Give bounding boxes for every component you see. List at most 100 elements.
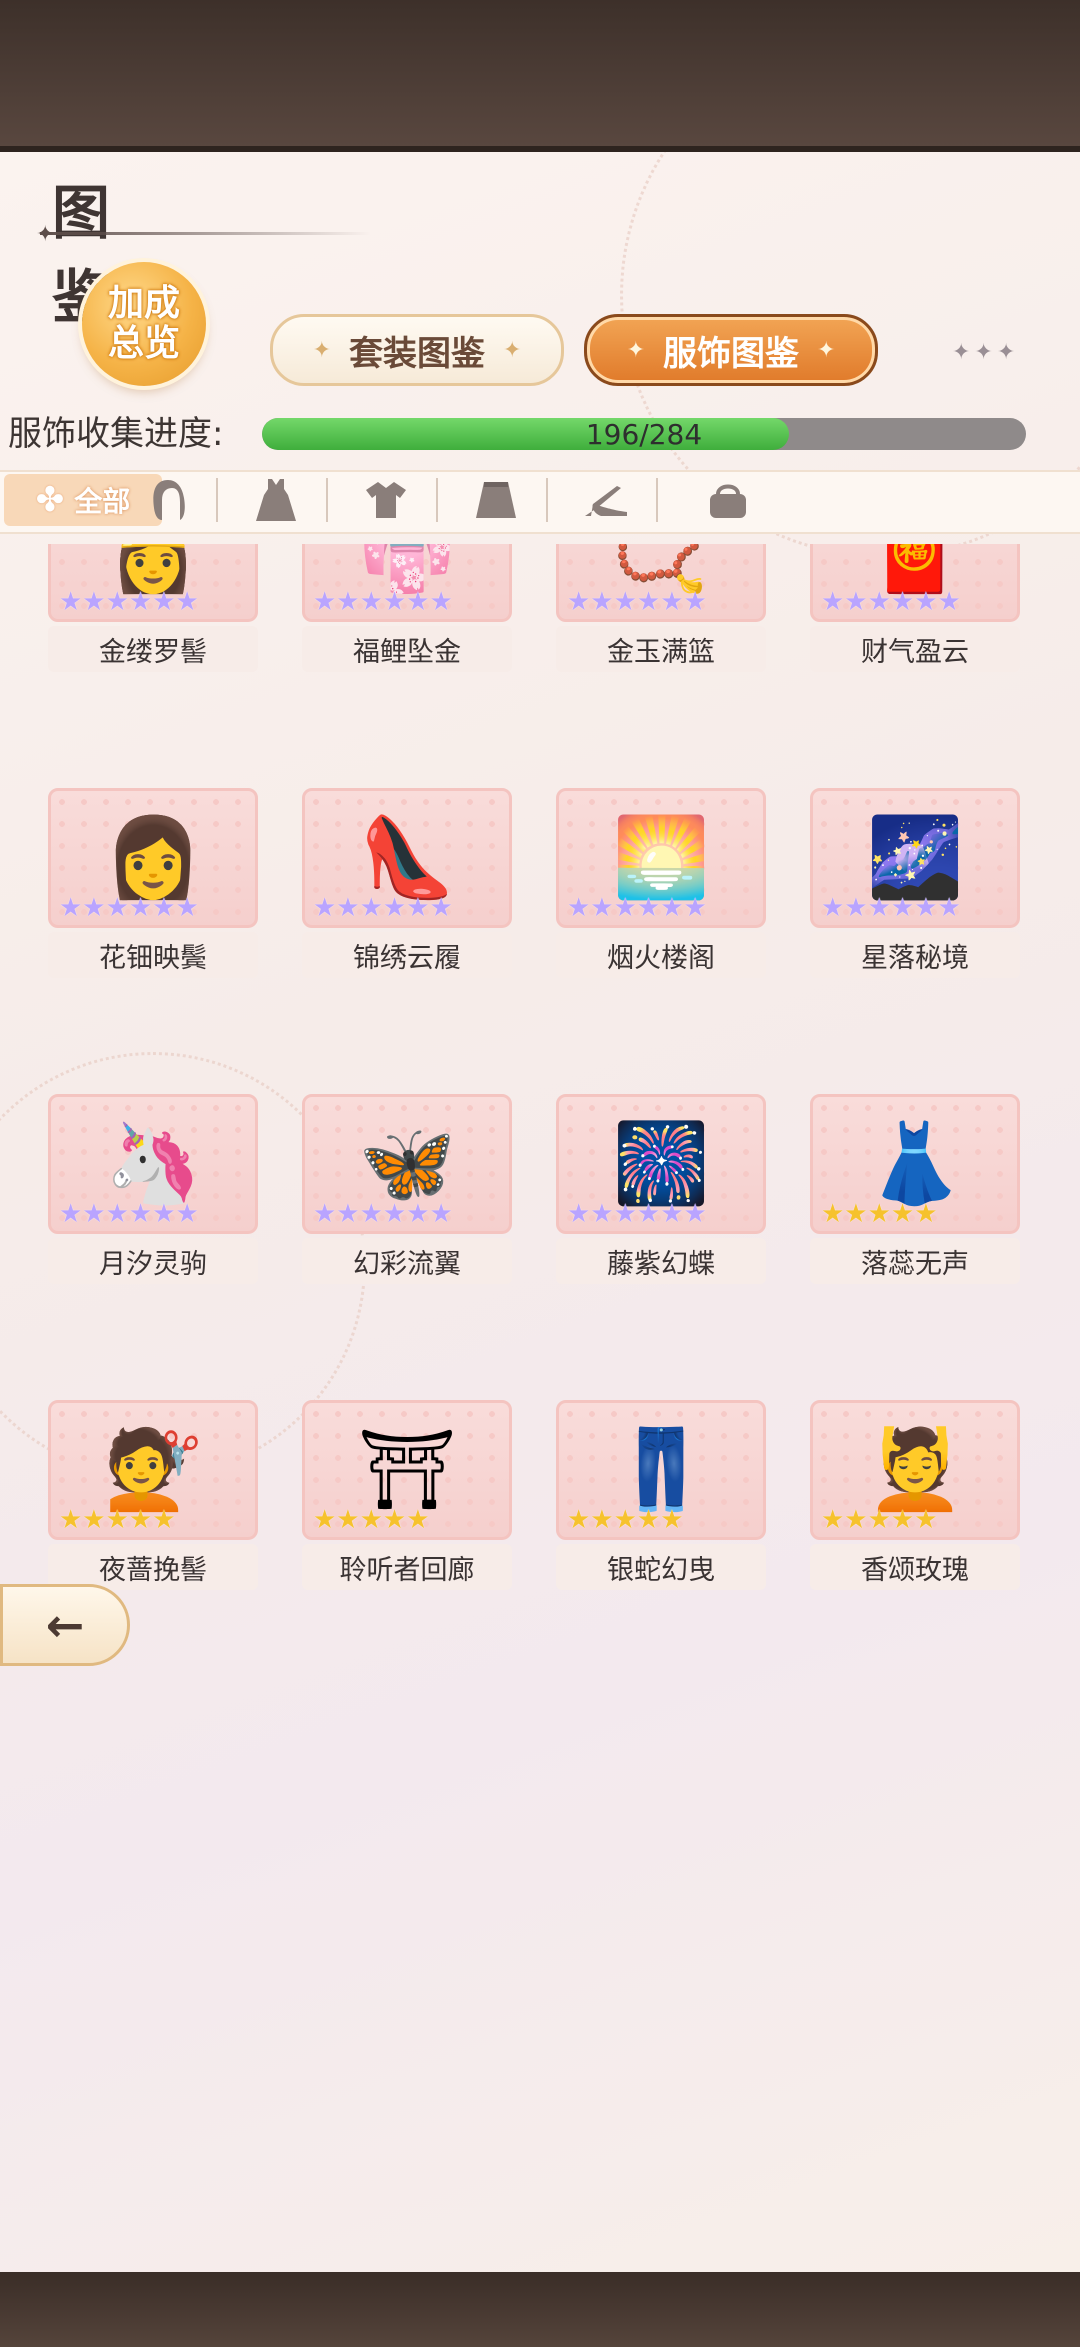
sparkle-icon: ✦ <box>503 337 522 363</box>
collection-grid: 👸 ★★★★★★ 金缕罗髻 👘 ★★★★★★ 福鲤坠金 📿 ★★★★★★ 金玉满篮 🧧 ★★★★★★… <box>0 544 1080 1590</box>
tab-suit-collection[interactable]: ✦ 套装图鉴 ✦ <box>270 314 564 386</box>
collection-item-card[interactable]: 💆 ★★★★★ 香颂玫瑰 <box>810 1400 1020 1590</box>
category-divider <box>216 478 218 522</box>
item-name: 落蕊无声 <box>810 1238 1020 1284</box>
red-shoes-icon: 👠 <box>358 813 456 903</box>
scene-card-purple-icon: 🎆 <box>612 1119 710 1209</box>
item-image: 🦋 ★★★★★★ <box>302 1094 512 1234</box>
item-name: 福鲤坠金 <box>302 626 512 672</box>
item-image: 👖 ★★★★★ <box>556 1400 766 1540</box>
collection-item-card[interactable]: 🦋 ★★★★★★ 幻彩流翼 <box>302 1094 512 1284</box>
jeans-icon: 👖 <box>612 1425 710 1515</box>
title-underline <box>40 232 370 235</box>
hair-light-icon: 💆 <box>866 1425 964 1515</box>
rarity-stars: ★★★★★★ <box>821 587 961 617</box>
category-top-tab[interactable] <box>336 474 436 526</box>
wings-icon: 🦋 <box>358 1119 456 1209</box>
collection-item-card[interactable]: 👸 ★★★★★★ 金缕罗髻 <box>48 544 258 672</box>
collection-item-card[interactable]: 📿 ★★★★★★ 金玉满篮 <box>556 544 766 672</box>
item-image: 💆 ★★★★★ <box>810 1400 1020 1540</box>
item-image: 👗 ★★★★★ <box>810 1094 1020 1234</box>
collection-item-card[interactable]: 🌅 ★★★★★★ 烟火楼阁 <box>556 788 766 978</box>
item-image: 🌌 ★★★★★★ <box>810 788 1020 928</box>
rarity-stars: ★★★★★ <box>821 1199 938 1229</box>
handbag-icon <box>710 484 746 518</box>
top-frame <box>0 0 1080 152</box>
item-name: 聆听者回廊 <box>302 1544 512 1590</box>
item-image: 👠 ★★★★★★ <box>302 788 512 928</box>
pearl-necklace-icon: 📿 <box>612 544 710 597</box>
rarity-stars: ★★★★★★ <box>59 1199 199 1229</box>
fortune-god-icon: 🧧 <box>866 544 964 597</box>
item-name: 月汐灵驹 <box>48 1238 258 1284</box>
rarity-stars: ★★★★★ <box>567 1505 684 1535</box>
rarity-stars: ★★★★★ <box>59 1505 176 1535</box>
rarity-stars: ★★★★★★ <box>567 893 707 923</box>
item-name: 藤紫幻蝶 <box>556 1238 766 1284</box>
category-dress-tab[interactable] <box>226 474 326 526</box>
shirt-icon <box>366 482 406 518</box>
dress-gold-icon: 👗 <box>866 1119 964 1209</box>
tab-label: 服饰图鉴 <box>663 333 799 374</box>
collection-item-card[interactable]: 👘 ★★★★★★ 福鲤坠金 <box>302 544 512 672</box>
sparkle-icon: ✦ <box>312 337 331 363</box>
sparkle-icon: ✦ <box>817 337 836 363</box>
item-name: 香颂玫瑰 <box>810 1544 1020 1590</box>
item-name: 花钿映鬓 <box>48 932 258 978</box>
rarity-stars: ★★★★★★ <box>313 1199 453 1229</box>
scene-card-blue-icon: 🌌 <box>866 813 964 903</box>
collection-item-card[interactable]: 💇 ★★★★★ 夜蔷挽髻 <box>48 1400 258 1590</box>
category-shoes-tab[interactable] <box>556 474 656 526</box>
collection-item-card[interactable]: ⛩ ★★★★★ 聆听者回廊 <box>302 1400 512 1590</box>
item-name: 幻彩流翼 <box>302 1238 512 1284</box>
category-bottom-tab[interactable] <box>446 474 546 526</box>
item-image: 🦄 ★★★★★★ <box>48 1094 258 1234</box>
back-button[interactable]: ← <box>0 1584 130 1666</box>
tab-clothing-collection[interactable]: ✦ 服饰图鉴 ✦ <box>584 314 878 386</box>
high-heel-icon <box>585 486 627 516</box>
collection-item-card[interactable]: 👗 ★★★★★ 落蕊无声 <box>810 1094 1020 1284</box>
category-hair-tab[interactable] <box>118 474 218 526</box>
collection-item-card[interactable]: 👠 ★★★★★★ 锦绣云履 <box>302 788 512 978</box>
rarity-stars: ★★★★★★ <box>567 587 707 617</box>
category-bag-tab[interactable] <box>666 474 750 526</box>
sparkle-icon: ✦ <box>626 337 645 363</box>
collection-item-card[interactable]: 🦄 ★★★★★★ 月汐灵驹 <box>48 1094 258 1284</box>
collection-item-card[interactable]: 🌌 ★★★★★★ 星落秘境 <box>810 788 1020 978</box>
item-name: 财气盈云 <box>810 626 1020 672</box>
category-divider <box>436 478 438 522</box>
item-image: 💇 ★★★★★ <box>48 1400 258 1540</box>
rarity-stars: ★★★★★★ <box>59 587 199 617</box>
rarity-stars: ★★★★★★ <box>313 893 453 923</box>
collection-panel: 图鉴 ✦ 加成 总览 ✦ 套装图鉴 ✦ ✦ 服饰图鉴 ✦ ✦✦✦ 服饰收集进度:… <box>0 152 1080 2272</box>
bonus-label-line2: 总览 <box>107 323 180 364</box>
item-image: 🎆 ★★★★★★ <box>556 1094 766 1234</box>
red-dress-icon: 👘 <box>358 544 456 597</box>
progress-label: 服饰收集进度: <box>8 414 224 454</box>
category-divider <box>546 478 548 522</box>
item-name: 烟火楼阁 <box>556 932 766 978</box>
collection-item-card[interactable]: 👖 ★★★★★ 银蛇幻曳 <box>556 1400 766 1590</box>
hair-dark-icon: 💇 <box>104 1425 202 1515</box>
deco-stars: ✦✦✦ <box>952 340 1020 365</box>
progress-bar: 196/284 <box>262 418 1026 450</box>
scene-card-icon: 🌅 <box>612 813 710 903</box>
bonus-overview-button[interactable]: 加成 总览 <box>82 262 206 386</box>
item-image: 👸 ★★★★★★ <box>48 544 258 622</box>
item-image: ⛩ ★★★★★ <box>302 1400 512 1540</box>
item-name: 银蛇幻曳 <box>556 1544 766 1590</box>
category-divider <box>656 478 658 522</box>
unicorn-icon: 🦄 <box>104 1119 202 1209</box>
item-name: 金缕罗髻 <box>48 626 258 672</box>
hair-icon <box>153 480 185 520</box>
item-image: 🌅 ★★★★★★ <box>556 788 766 928</box>
makeup-face-icon: 👩 <box>104 813 202 903</box>
clover-icon: ✤ <box>35 480 65 520</box>
rarity-stars: ★★★★★★ <box>59 893 199 923</box>
rarity-stars: ★★★★★ <box>821 1505 938 1535</box>
item-image: 📿 ★★★★★★ <box>556 544 766 622</box>
collection-item-card[interactable]: 👩 ★★★★★★ 花钿映鬓 <box>48 788 258 978</box>
collection-item-card[interactable]: 🧧 ★★★★★★ 财气盈云 <box>810 544 1020 672</box>
rarity-stars: ★★★★★★ <box>313 587 453 617</box>
collection-item-card[interactable]: 🎆 ★★★★★★ 藤紫幻蝶 <box>556 1094 766 1284</box>
